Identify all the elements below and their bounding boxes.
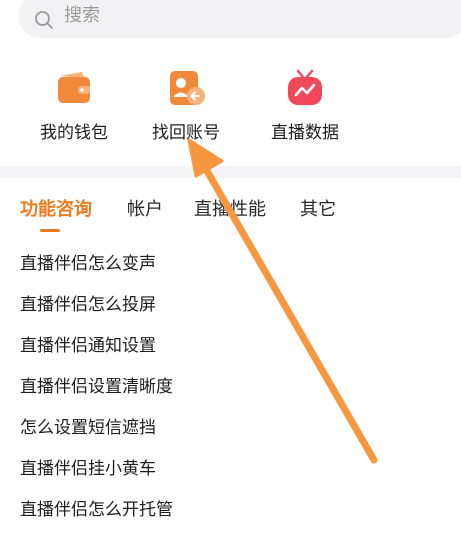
list-item[interactable]: 直播伴侣通知设置: [20, 330, 440, 371]
account-recovery-button[interactable]: 找回账号: [131, 64, 241, 154]
wallet-label: 我的钱包: [40, 123, 108, 143]
live-data-button[interactable]: 直播数据: [250, 64, 360, 154]
category-tabs: 功能咨询 帐户 直播性能 其它: [0, 196, 461, 236]
list-item[interactable]: 直播伴侣挂小黄车: [20, 453, 440, 494]
tab-live-performance[interactable]: 直播性能: [194, 196, 266, 224]
section-divider: [0, 166, 461, 178]
tab-feature-consult[interactable]: 功能咨询: [20, 196, 92, 224]
live-data-label: 直播数据: [271, 123, 339, 143]
tab-account[interactable]: 帐户: [127, 196, 163, 224]
list-item[interactable]: 直播伴侣设置清晰度: [20, 371, 440, 412]
list-item[interactable]: 怎么设置短信遮挡: [20, 412, 440, 453]
list-item[interactable]: 直播伴侣怎么开托管: [20, 494, 440, 535]
account-recovery-label: 找回账号: [152, 123, 220, 143]
tv-chart-icon: [288, 69, 322, 105]
tab-other[interactable]: 其它: [300, 196, 336, 224]
faq-list: 直播伴侣怎么变声 直播伴侣怎么投屏 直播伴侣通知设置 直播伴侣设置清晰度 怎么设…: [20, 248, 440, 535]
search-bar[interactable]: 搜索: [18, 0, 461, 38]
list-item[interactable]: 直播伴侣怎么投屏: [20, 289, 440, 330]
search-icon: [35, 11, 53, 29]
list-item[interactable]: 直播伴侣怎么变声: [20, 248, 440, 289]
account-recovery-icon: [170, 71, 205, 105]
active-tab-indicator: [40, 229, 60, 232]
wallet-icon: [58, 72, 90, 103]
quick-actions: 我的钱包 找回账号 直播数据: [0, 64, 461, 164]
wallet-button[interactable]: 我的钱包: [19, 64, 129, 154]
search-placeholder: 搜索: [64, 5, 100, 26]
